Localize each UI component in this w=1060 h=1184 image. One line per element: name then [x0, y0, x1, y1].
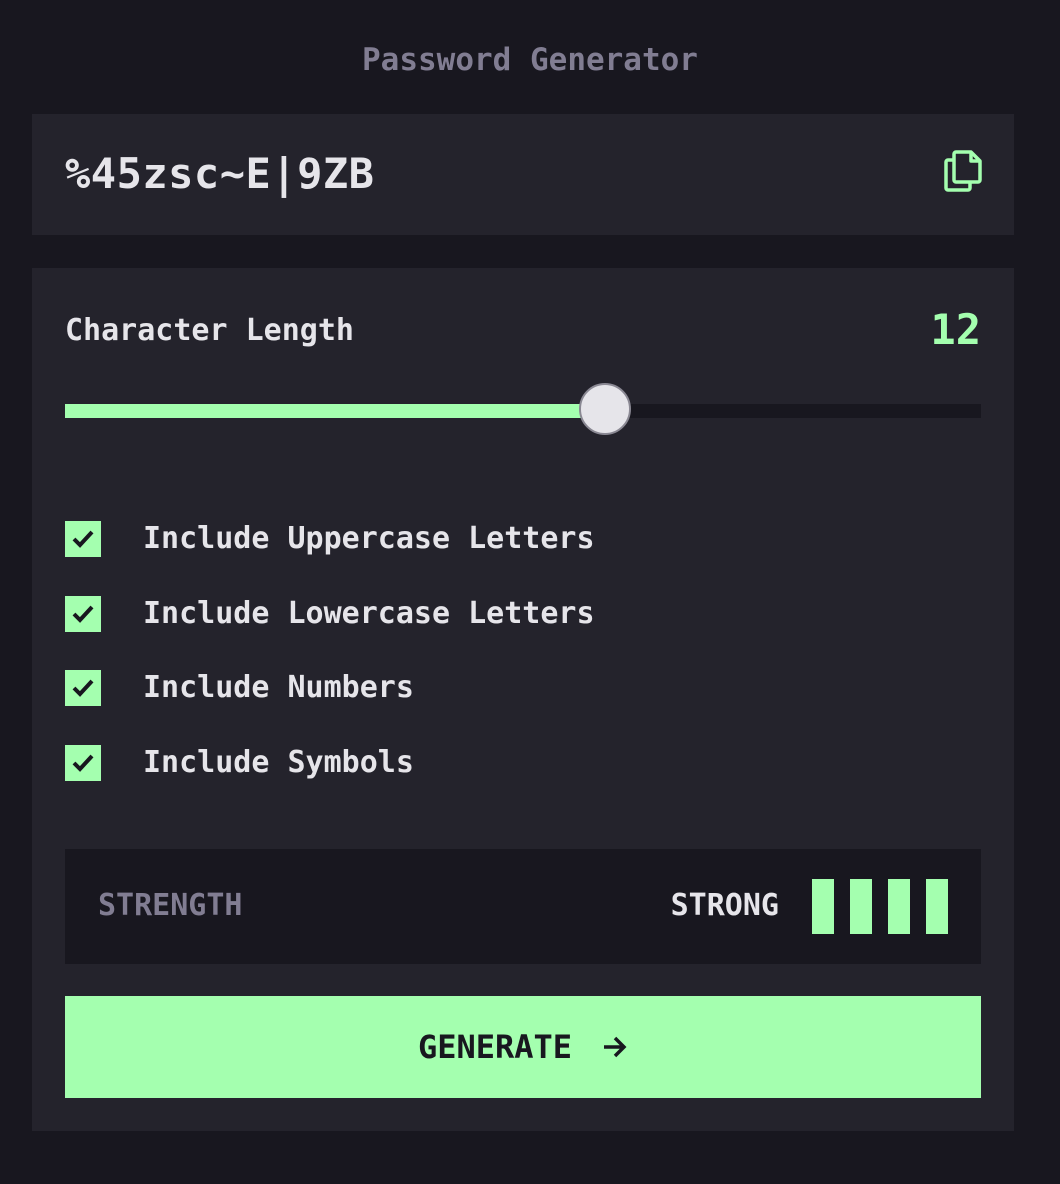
arrow-right-icon — [604, 1036, 627, 1058]
strength-label: STRENGTH — [98, 888, 243, 923]
slider-thumb[interactable] — [579, 383, 631, 435]
checkbox-uppercase[interactable] — [65, 521, 101, 557]
password-output: %45zsc~E|9ZB — [32, 114, 1014, 235]
character-length-slider[interactable] — [65, 383, 981, 439]
app-title: Password Generator — [362, 42, 698, 78]
settings-panel: Character Length 12 Include Uppercase Le… — [32, 268, 1014, 1131]
generate-button[interactable]: GENERATE — [65, 996, 981, 1098]
checkbox-lowercase[interactable] — [65, 595, 101, 632]
option-uppercase[interactable]: Include Uppercase Letters — [65, 520, 981, 558]
copy-button[interactable] — [940, 148, 986, 194]
character-length-label: Character Length — [65, 313, 354, 348]
check-icon — [72, 605, 94, 623]
checkbox-symbols[interactable] — [65, 744, 101, 781]
strength-bar — [888, 879, 910, 934]
strength-bar — [850, 879, 872, 934]
option-uppercase-label: Include Uppercase Letters — [143, 521, 595, 556]
strength-bars — [812, 879, 964, 934]
check-icon — [72, 754, 94, 772]
slider-fill — [65, 404, 605, 418]
character-length-value: 12 — [930, 305, 981, 354]
password-text: %45zsc~E|9ZB — [65, 149, 375, 198]
strength-value: STRONG — [670, 888, 779, 923]
option-lowercase-label: Include Lowercase Letters — [143, 595, 595, 631]
checkbox-numbers[interactable] — [65, 670, 101, 706]
option-symbols[interactable]: Include Symbols — [65, 744, 981, 782]
options-list: Include Uppercase Letters Include Lowerc… — [65, 520, 981, 818]
option-numbers[interactable]: Include Numbers — [65, 669, 981, 707]
copy-icon — [944, 150, 982, 192]
option-symbols-label: Include Symbols — [143, 744, 414, 780]
check-icon — [72, 530, 94, 548]
check-icon — [72, 679, 94, 697]
strength-bar — [926, 879, 948, 934]
strength-bar — [812, 879, 834, 934]
generate-label: GENERATE — [417, 1028, 573, 1066]
strength-meter: STRENGTH STRONG — [65, 849, 981, 964]
option-lowercase[interactable]: Include Lowercase Letters — [65, 595, 981, 633]
option-numbers-label: Include Numbers — [143, 670, 414, 705]
